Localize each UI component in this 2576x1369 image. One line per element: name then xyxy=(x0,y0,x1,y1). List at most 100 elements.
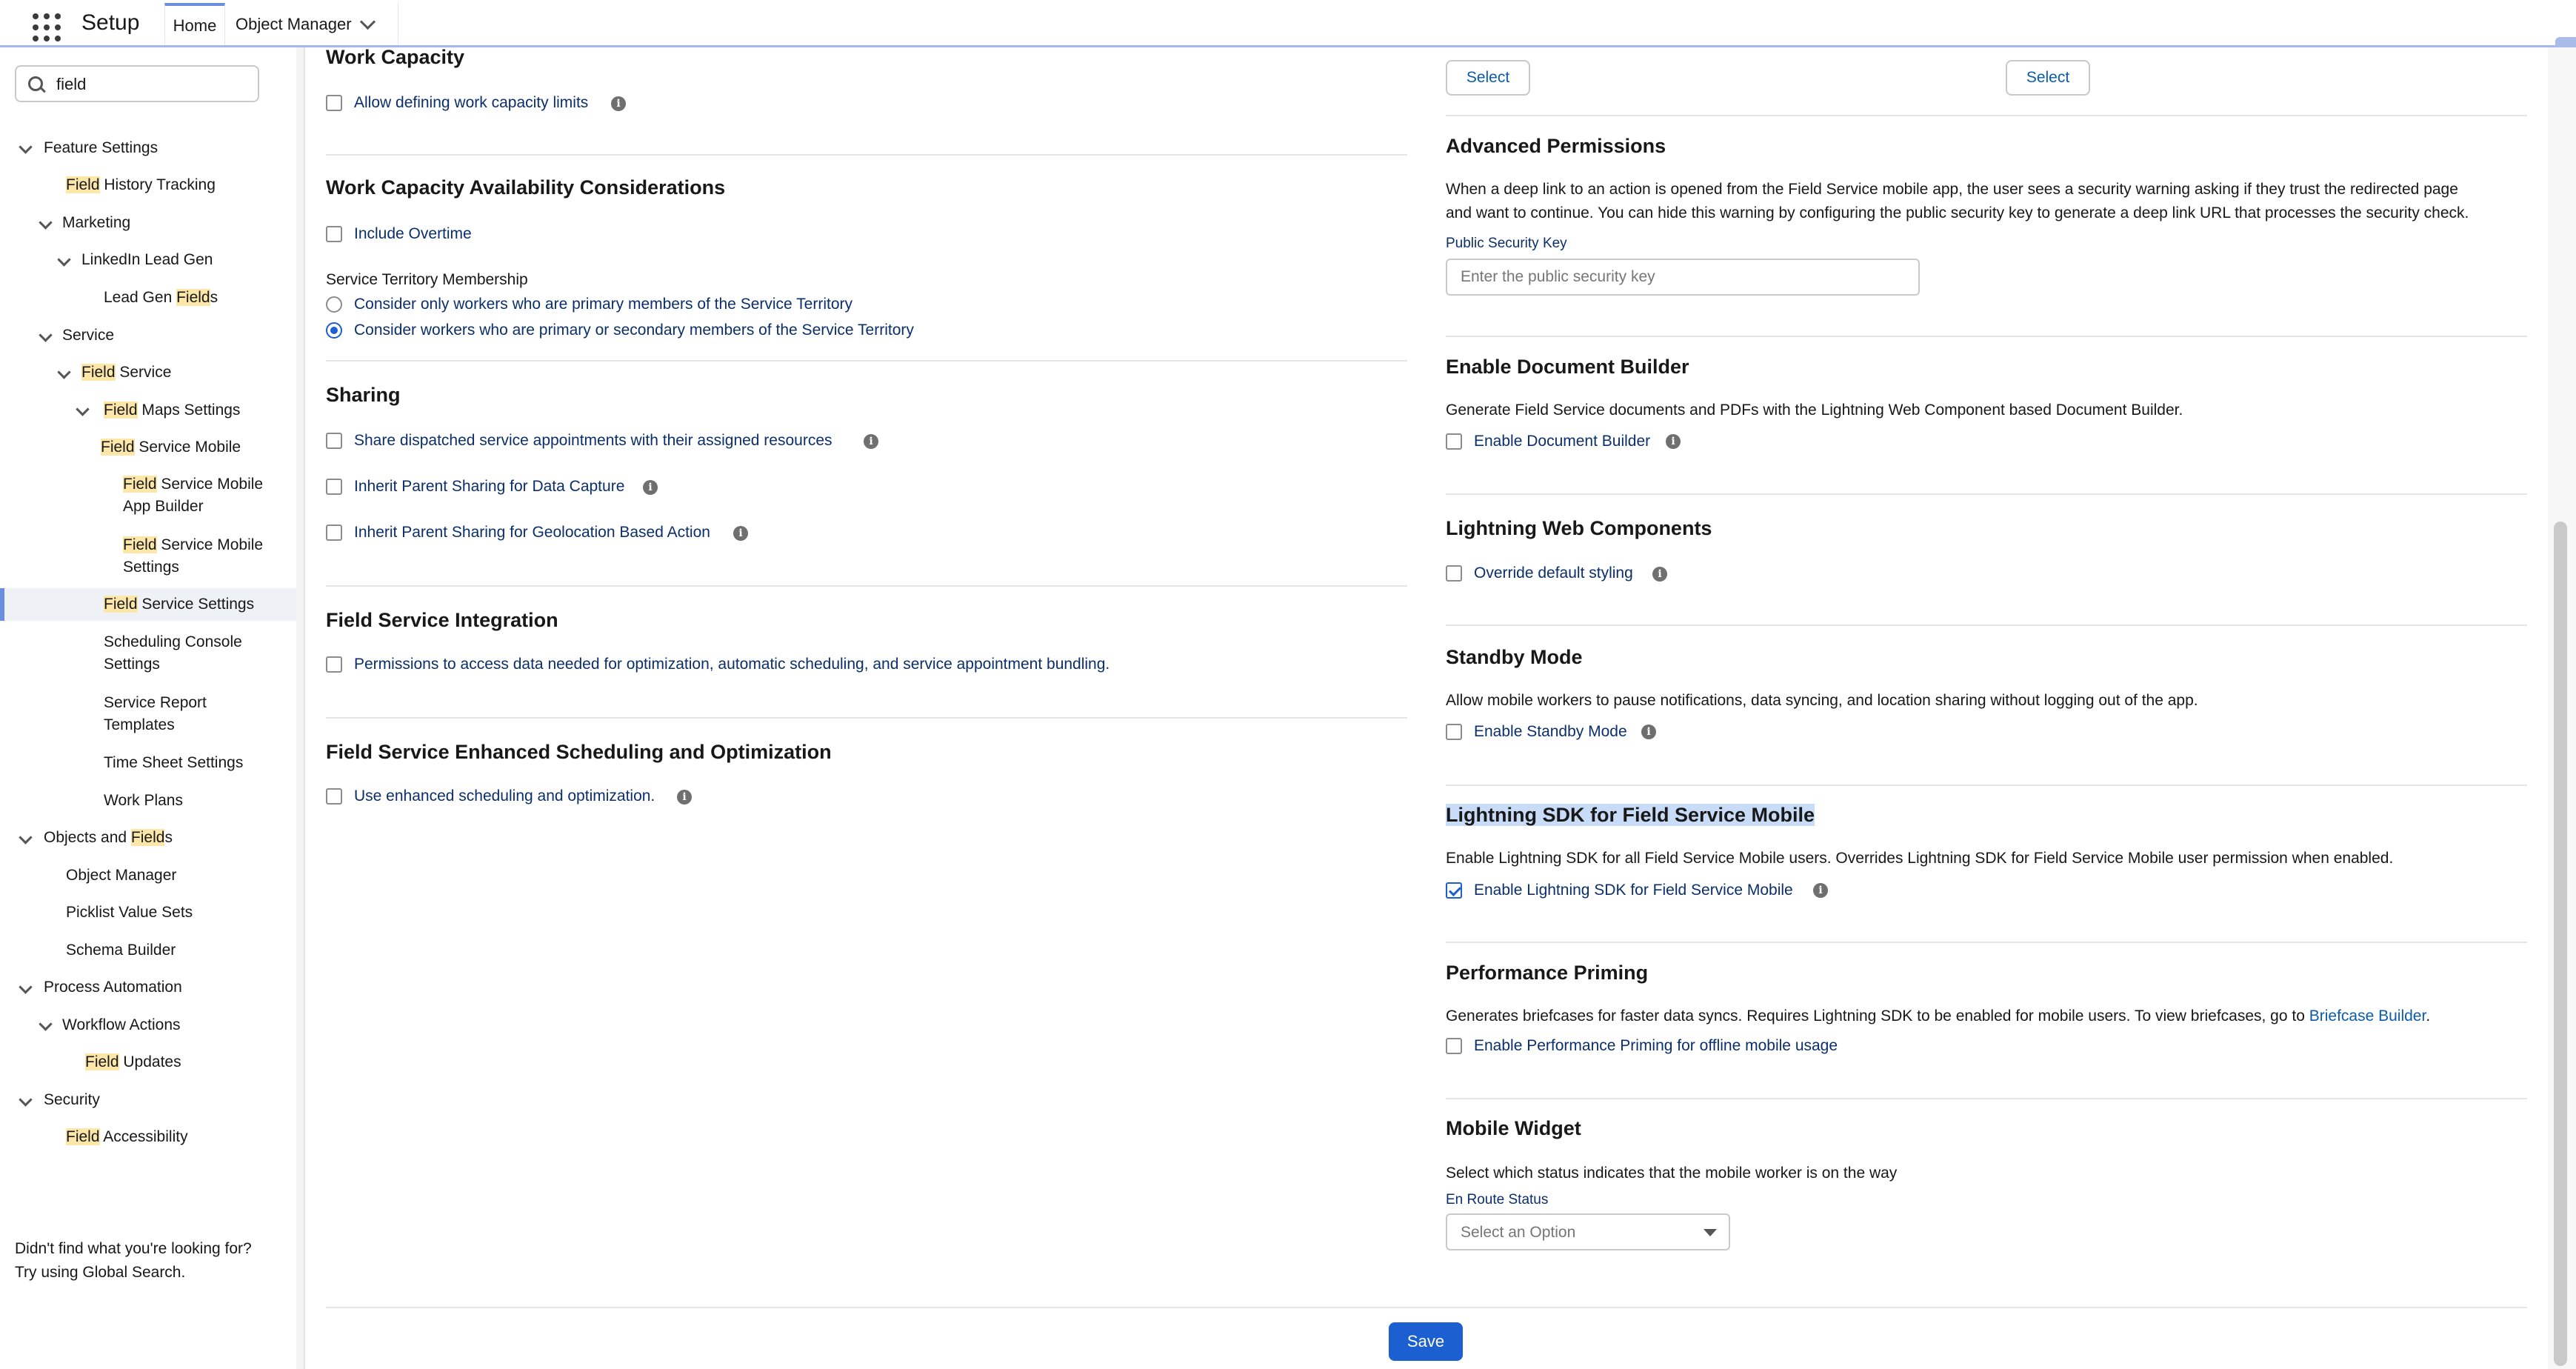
sidebar-item-field-service-settings[interactable]: Field Service Settings xyxy=(104,593,254,616)
item-text: Service xyxy=(62,327,115,344)
radio-primary-or-secondary[interactable] xyxy=(326,322,342,339)
item-match: Field xyxy=(130,829,165,846)
quick-find-input[interactable] xyxy=(55,73,250,96)
chevron-down-icon[interactable] xyxy=(57,253,71,267)
save-button[interactable]: Save xyxy=(1389,1322,1463,1361)
chevron-down-icon[interactable] xyxy=(19,140,33,154)
checkbox-permissions-optimization[interactable] xyxy=(326,656,342,673)
info-icon[interactable]: i xyxy=(677,790,692,805)
info-icon[interactable]: i xyxy=(1652,567,1667,582)
sidebar-item-security[interactable]: Security xyxy=(44,1089,100,1111)
search-icon xyxy=(28,76,43,91)
sidebar-item-field-service-mobile-settings[interactable]: Field Service Mobile Settings xyxy=(123,534,263,579)
sidebar-item-time-sheet-settings[interactable]: Time Sheet Settings xyxy=(104,752,243,774)
info-icon[interactable]: i xyxy=(733,526,748,541)
sidebar-item-lead-gen-fields[interactable]: Lead Gen Fields xyxy=(104,287,218,309)
info-icon[interactable]: i xyxy=(864,434,878,449)
item-text: Accessibility xyxy=(99,1128,188,1145)
sidebar-item-picklist-value-sets[interactable]: Picklist Value Sets xyxy=(66,902,193,924)
info-icon[interactable]: i xyxy=(643,480,658,495)
select-button-1[interactable]: Select xyxy=(1446,60,1530,96)
divider xyxy=(1446,785,2527,786)
sidebar-item-field-service[interactable]: Field Service xyxy=(81,362,171,384)
sidebar-item-objects-and-fields[interactable]: Objects and Fields xyxy=(44,827,173,849)
chevron-down-icon[interactable] xyxy=(57,365,71,379)
checkbox-enable-document-builder[interactable] xyxy=(1446,433,1462,450)
item-text: Scheduling Console xyxy=(104,633,242,650)
tab-object-manager[interactable]: Object Manager xyxy=(227,3,398,45)
section-title-advanced-permissions: Advanced Permissions xyxy=(1446,135,1666,157)
item-text: Lead Gen xyxy=(104,289,177,306)
section-title-enhanced-scheduling: Field Service Enhanced Scheduling and Op… xyxy=(326,741,832,763)
label-inherit-geolocation: Inherit Parent Sharing for Geolocation B… xyxy=(354,524,710,541)
item-text: Object Manager xyxy=(66,867,177,884)
sidebar-item-field-accessibility[interactable]: Field Accessibility xyxy=(66,1126,188,1148)
sidebar-item-linkedin-lead-gen[interactable]: LinkedIn Lead Gen xyxy=(81,249,213,271)
checkbox-share-dispatched[interactable] xyxy=(326,433,342,449)
quick-find-box[interactable] xyxy=(15,65,259,102)
chevron-down-icon[interactable] xyxy=(39,1017,53,1031)
radio-primary-only[interactable] xyxy=(326,296,342,313)
sidebar-item-schema-builder[interactable]: Schema Builder xyxy=(66,939,176,962)
en-route-status-select[interactable]: Select an Option xyxy=(1446,1213,1730,1250)
label-enhanced-scheduling: Use enhanced scheduling and optimization… xyxy=(354,787,655,805)
checkbox-enhanced-scheduling[interactable] xyxy=(326,788,342,805)
chevron-down-icon[interactable] xyxy=(19,830,33,845)
chevron-down-icon[interactable] xyxy=(19,1093,33,1107)
checkbox-enable-standby-mode[interactable] xyxy=(1446,724,1462,740)
checkbox-inherit-geolocation[interactable] xyxy=(326,524,342,541)
public-security-key-input[interactable] xyxy=(1446,259,1920,296)
sidebar-item-field-service-mobile[interactable]: Field Service Mobile xyxy=(101,436,241,459)
sidebar-item-process-automation[interactable]: Process Automation xyxy=(44,976,182,999)
briefcase-builder-link[interactable]: Briefcase Builder xyxy=(2309,1007,2426,1025)
label-service-territory-membership: Service Territory Membership xyxy=(326,271,528,288)
info-icon[interactable]: i xyxy=(1813,883,1828,898)
sidebar-item-marketing[interactable]: Marketing xyxy=(62,212,130,234)
checkbox-enable-performance-priming[interactable] xyxy=(1446,1038,1462,1054)
sidebar-item-service[interactable]: Service xyxy=(62,324,114,347)
sidebar-item-field-history-tracking[interactable]: Field History Tracking xyxy=(66,174,216,196)
info-icon[interactable]: i xyxy=(1641,725,1656,739)
sidebar-item-field-updates[interactable]: Field Updates xyxy=(85,1051,181,1073)
sidebar-item-workflow-actions[interactable]: Workflow Actions xyxy=(62,1014,181,1036)
checkbox-enable-lightning-sdk[interactable] xyxy=(1446,882,1462,899)
main-scrollbar[interactable] xyxy=(2548,47,2576,1369)
item-match: Field xyxy=(101,439,135,456)
chevron-down-icon[interactable] xyxy=(39,216,53,230)
select-button-2[interactable]: Select xyxy=(2006,60,2090,96)
chevron-down-icon[interactable] xyxy=(19,980,33,994)
tab-home[interactable]: Home xyxy=(164,3,225,45)
app-launcher-icon[interactable] xyxy=(33,13,61,41)
lightning-sdk-desc: Enable Lightning SDK for all Field Servi… xyxy=(1446,850,2394,867)
info-icon[interactable]: i xyxy=(1666,434,1681,449)
sidebar-item-work-plans[interactable]: Work Plans xyxy=(104,790,183,812)
item-text: Schema Builder xyxy=(66,942,176,959)
item-text: Marketing xyxy=(62,214,131,231)
sidebar-item-scheduling-console-settings[interactable]: Scheduling Console Settings xyxy=(104,631,242,676)
checkbox-override-default-styling[interactable] xyxy=(1446,565,1462,582)
section-title-mobile-widget: Mobile Widget xyxy=(1446,1117,1581,1139)
sidebar-item-feature-settings[interactable]: Feature Settings xyxy=(44,137,158,159)
sidebar-footer: Didn't find what you're looking for? Try… xyxy=(15,1237,252,1285)
sidebar-item-field-maps-settings[interactable]: Field Maps Settings xyxy=(104,399,240,422)
checkbox-include-overtime[interactable] xyxy=(326,226,342,242)
item-match: Field xyxy=(176,289,210,306)
item-text: Maps Settings xyxy=(137,402,241,419)
checkbox-work-capacity-limits[interactable] xyxy=(326,95,342,111)
sidebar-item-service-report-templates[interactable]: Service Report Templates xyxy=(104,692,207,736)
chevron-down-icon[interactable] xyxy=(39,328,53,342)
item-text: Settings xyxy=(123,559,179,576)
item-text: History Tracking xyxy=(99,176,216,193)
chevron-down-icon[interactable] xyxy=(76,402,90,416)
sidebar-item-field-service-mobile-app-builder[interactable]: Field Service Mobile App Builder xyxy=(123,473,263,518)
chevron-down-icon[interactable] xyxy=(359,13,376,30)
sidebar-scrollbar[interactable] xyxy=(296,47,304,1369)
divider xyxy=(1446,493,2527,495)
label-override-default-styling: Override default styling xyxy=(1474,564,1633,582)
divider xyxy=(326,717,1407,719)
checkbox-inherit-data-capture[interactable] xyxy=(326,479,342,495)
info-icon[interactable]: i xyxy=(611,96,626,111)
sidebar-item-object-manager[interactable]: Object Manager xyxy=(66,865,176,887)
select-value: Select an Option xyxy=(1461,1224,1576,1241)
scrollbar-thumb[interactable] xyxy=(2554,522,2567,1366)
